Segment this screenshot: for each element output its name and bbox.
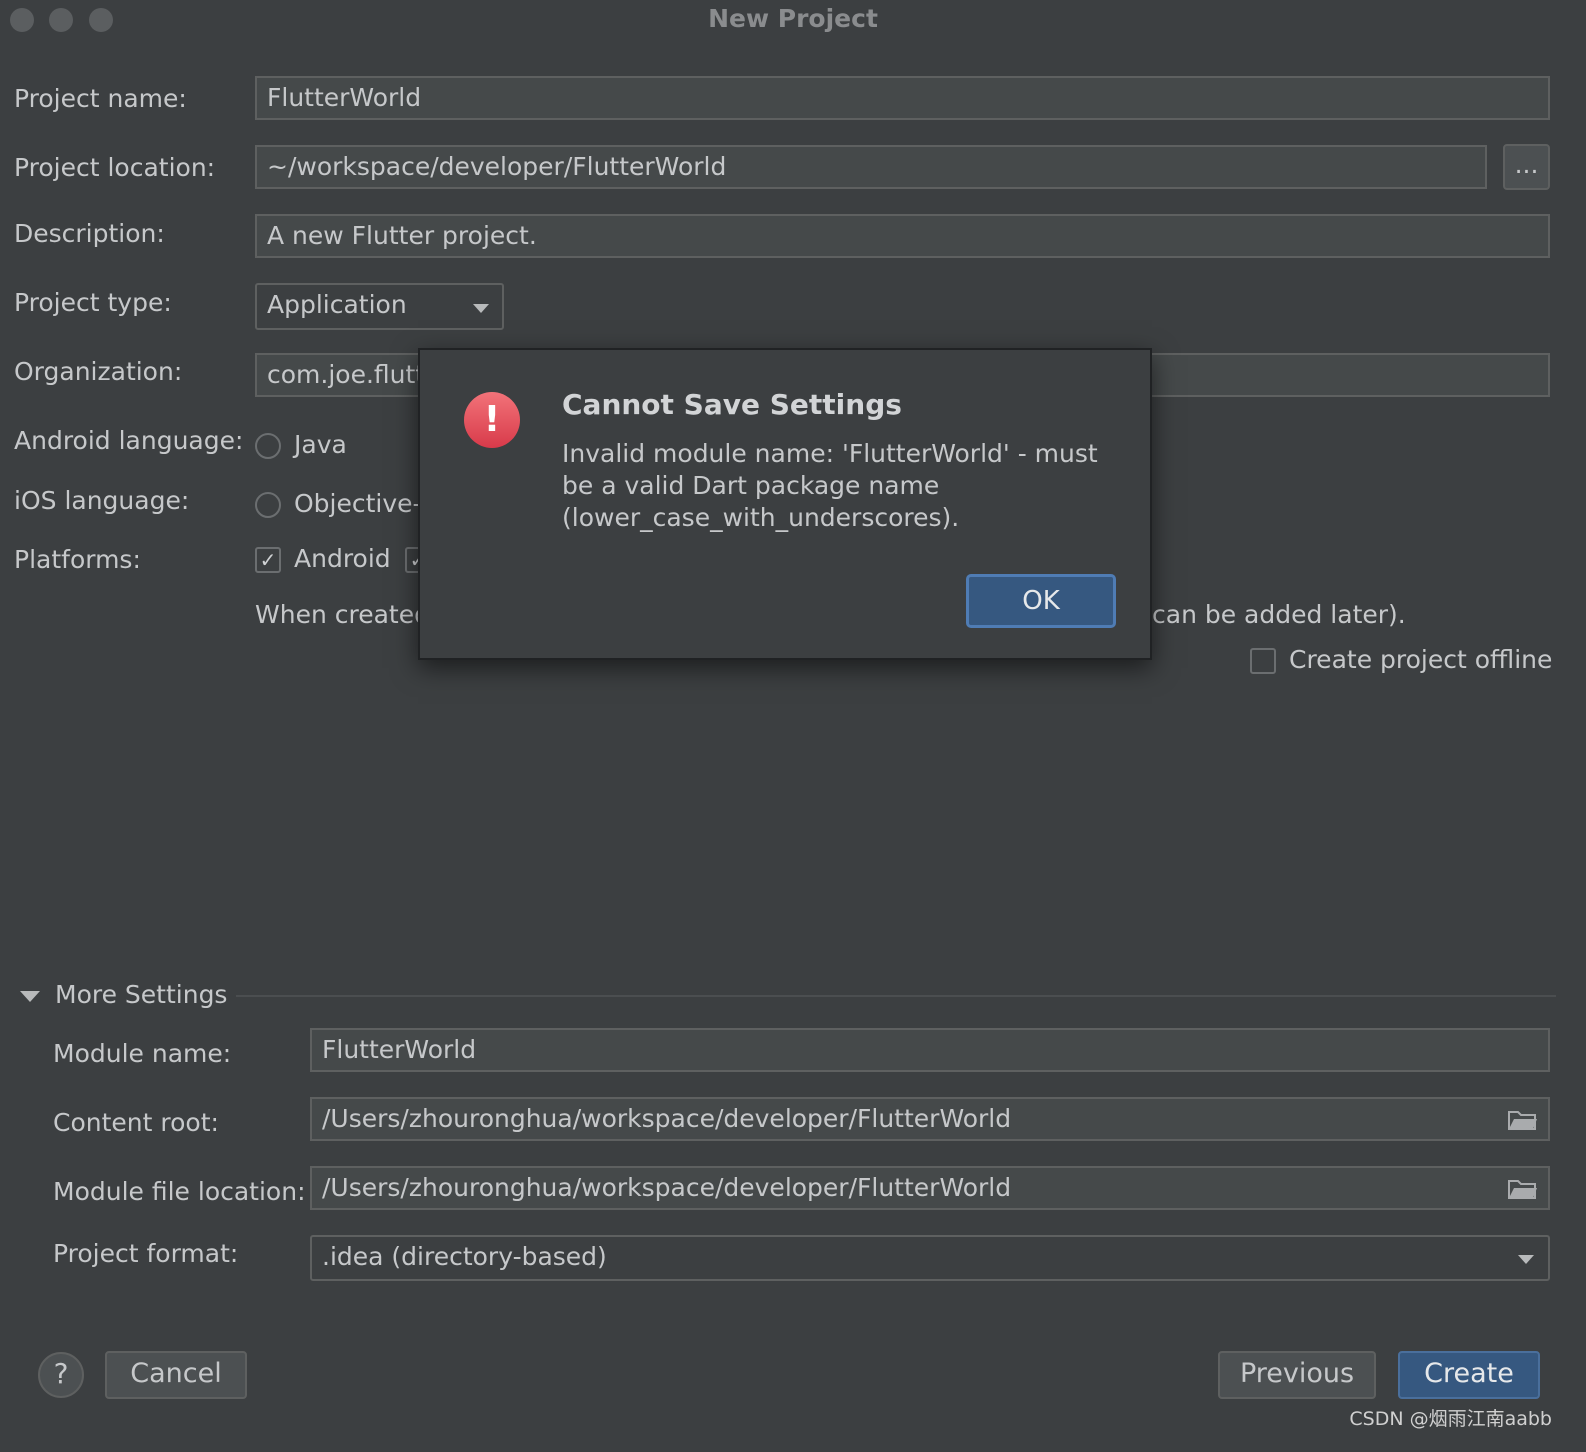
dialog-title: Cannot Save Settings: [562, 388, 902, 421]
ok-button[interactable]: OK: [966, 574, 1116, 628]
module-file-location-input[interactable]: /Users/zhouronghua/workspace/developer/F…: [310, 1166, 1550, 1210]
cancel-button[interactable]: Cancel: [105, 1351, 247, 1399]
chevron-down-icon: [1518, 1255, 1534, 1264]
android-language-label: Android language:: [14, 426, 244, 455]
module-file-location-label: Module file location:: [53, 1177, 306, 1206]
ios-language-label: iOS language:: [14, 486, 190, 515]
project-name-label: Project name:: [14, 84, 187, 113]
browse-location-button[interactable]: ...: [1503, 144, 1550, 190]
project-name-input[interactable]: FlutterWorld: [255, 76, 1550, 120]
platforms-hint-right: can be added later).: [1152, 600, 1406, 629]
title-bar: New Project: [0, 0, 1586, 40]
error-dialog: ! Cannot Save Settings Invalid module na…: [418, 348, 1152, 660]
project-format-value: .idea (directory-based): [322, 1242, 607, 1271]
section-divider: [236, 995, 1556, 997]
java-radio-label: Java: [294, 430, 347, 459]
project-type-value: Application: [267, 290, 407, 319]
objective-c-radio[interactable]: [255, 492, 281, 518]
project-format-label: Project format:: [53, 1239, 239, 1268]
create-offline-label: Create project offline: [1289, 645, 1553, 674]
expand-triangle-icon[interactable]: [20, 991, 40, 1002]
help-button[interactable]: ?: [38, 1352, 84, 1398]
project-location-input[interactable]: ~/workspace/developer/FlutterWorld: [255, 145, 1487, 189]
previous-button[interactable]: Previous: [1218, 1351, 1376, 1399]
window-title: New Project: [708, 4, 878, 33]
description-label: Description:: [14, 219, 165, 248]
module-name-input[interactable]: FlutterWorld: [310, 1028, 1550, 1072]
objective-c-radio-label: Objective-: [294, 489, 422, 518]
folder-icon[interactable]: [1508, 1109, 1538, 1131]
platforms-label: Platforms:: [14, 545, 141, 574]
module-name-label: Module name:: [53, 1039, 232, 1068]
chevron-down-icon: [473, 304, 489, 313]
android-checkbox-label: Android: [294, 544, 391, 573]
error-icon: !: [464, 392, 520, 448]
content-root-input[interactable]: /Users/zhouronghua/workspace/developer/F…: [310, 1097, 1550, 1141]
folder-icon[interactable]: [1508, 1178, 1538, 1200]
description-input[interactable]: A new Flutter project.: [255, 214, 1550, 258]
project-format-select[interactable]: .idea (directory-based): [310, 1235, 1550, 1281]
create-button[interactable]: Create: [1398, 1351, 1540, 1399]
dialog-message: Invalid module name: 'FlutterWorld' - mu…: [562, 439, 1098, 532]
platforms-hint-left: When created: [255, 600, 430, 629]
module-file-location-value: /Users/zhouronghua/workspace/developer/F…: [322, 1173, 1012, 1202]
organization-label: Organization:: [14, 357, 183, 386]
watermark: CSDN @烟雨江南aabb: [1349, 1408, 1552, 1430]
java-radio[interactable]: [255, 433, 281, 459]
more-settings-header[interactable]: More Settings: [55, 980, 227, 1009]
content-root-value: /Users/zhouronghua/workspace/developer/F…: [322, 1104, 1012, 1133]
create-offline-checkbox[interactable]: [1250, 648, 1276, 674]
content-root-label: Content root:: [53, 1108, 219, 1137]
project-type-label: Project type:: [14, 288, 172, 317]
project-type-select[interactable]: Application: [255, 283, 504, 330]
android-checkbox[interactable]: ✓: [255, 547, 281, 573]
project-location-label: Project location:: [14, 153, 216, 182]
